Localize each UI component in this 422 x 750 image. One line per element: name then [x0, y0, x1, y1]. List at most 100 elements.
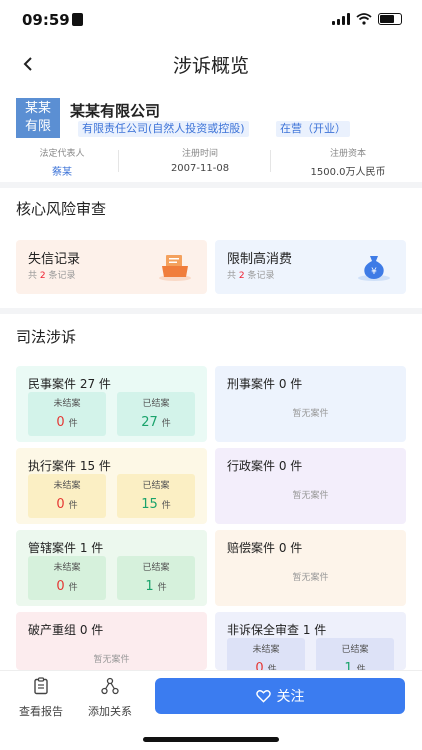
view-report-label: 查看报告 — [19, 705, 63, 718]
unfinished-count: 0 — [255, 661, 264, 670]
view-report-button[interactable]: 查看报告 — [9, 677, 73, 719]
status-bar: 09:59 — [0, 0, 422, 40]
info-divider — [270, 150, 271, 172]
lock-icon — [72, 13, 83, 26]
judicial-section-title: 司法涉诉 — [16, 328, 77, 346]
section-separator — [0, 182, 422, 188]
summary-prefix: 共 — [227, 271, 237, 281]
finished-count: 1 — [344, 661, 353, 670]
reg-date-label: 注册时间 — [181, 149, 218, 159]
case-card-title: 非诉保全审查 1 件 — [227, 623, 327, 637]
case-card-title: 管辖案件 1 件 — [28, 541, 104, 555]
logo-line-2: 有限 — [24, 119, 51, 134]
empty-text: 暂无案件 — [93, 655, 130, 665]
unit: 件 — [161, 419, 171, 429]
report-icon — [34, 677, 48, 695]
risk-section-title: 核心风险审查 — [16, 200, 107, 218]
case-card-title: 破产重组 0 件 — [28, 623, 104, 637]
finished-box: 已结案 27 件 — [117, 392, 195, 436]
reg-date: 注册时间 2007-11-08 — [150, 146, 250, 174]
case-card-title: 刑事案件 0 件 — [227, 377, 303, 391]
unit: 件 — [68, 419, 78, 429]
risk-card-summary: 共 2 条记录 — [28, 268, 76, 281]
risk-card-consumption-limit[interactable]: 限制高消费 共 2 条记录 ¥ — [215, 240, 406, 294]
company-info-row: 法定代表人 蔡某 注册时间 2007-11-08 注册资本 1500.0万人民币 — [0, 146, 422, 178]
add-relation-label: 添加关系 — [88, 705, 132, 718]
follow-label: 关注 — [276, 689, 305, 705]
case-card-title: 赔偿案件 0 件 — [227, 541, 303, 555]
unfinished-label: 未结案 — [53, 399, 81, 409]
unit: 件 — [68, 501, 78, 511]
unfinished-label: 未结案 — [53, 563, 81, 573]
legal-rep-value[interactable]: 蔡某 — [22, 163, 102, 178]
money-bag-icon: ¥ — [358, 256, 390, 281]
summary-suffix: 条记录 — [48, 271, 76, 281]
unfinished-box: 未结案 0件 — [28, 474, 106, 518]
finished-label: 已结案 — [142, 481, 170, 491]
follow-button[interactable]: 关注 — [155, 678, 405, 714]
case-card-title: 行政案件 0 件 — [227, 459, 303, 473]
unfinished-label: 未结案 — [53, 481, 81, 491]
case-card-enforcement[interactable]: 执行案件 15 件 未结案 0件 已结案 15 件 — [16, 448, 207, 524]
unit: 件 — [157, 583, 167, 593]
unfinished-count: 0 — [56, 415, 65, 430]
unfinished-box: 未结案 0件 — [28, 392, 106, 436]
reg-capital-value: 1500.0万人民币 — [310, 167, 386, 178]
empty-text: 暂无案件 — [292, 491, 329, 501]
add-relation-button[interactable]: 添加关系 — [78, 677, 142, 719]
finished-count: 15 — [141, 497, 158, 512]
info-divider — [118, 150, 119, 172]
empty-text: 暂无案件 — [292, 409, 329, 419]
document-tray-icon — [159, 255, 191, 281]
case-card-bankruptcy[interactable]: 破产重组 0 件 暂无案件 — [16, 612, 207, 670]
case-card-title: 执行案件 15 件 — [28, 459, 111, 473]
company-logo: 某某 有限 — [16, 98, 60, 138]
section-separator — [0, 308, 422, 314]
unit: 件 — [68, 583, 78, 593]
summary-count: 2 — [238, 271, 245, 281]
finished-count: 27 — [141, 415, 158, 430]
nav-bar: 涉诉概览 — [0, 44, 422, 84]
empty-text: 暂无案件 — [292, 573, 329, 583]
unfinished-box: 未结案 0件 — [28, 556, 106, 600]
home-indicator — [143, 737, 279, 742]
battery-icon — [378, 13, 402, 25]
svg-text:¥: ¥ — [371, 267, 377, 277]
summary-count: 2 — [39, 271, 46, 281]
case-card-compensation[interactable]: 赔偿案件 0 件 暂无案件 — [215, 530, 406, 606]
finished-label: 已结案 — [142, 563, 170, 573]
wifi-icon — [356, 13, 372, 25]
case-card-criminal[interactable]: 刑事案件 0 件 暂无案件 — [215, 366, 406, 442]
risk-card-summary: 共 2 条记录 — [227, 268, 275, 281]
finished-label: 已结案 — [341, 645, 369, 655]
case-card-title: 民事案件 27 件 — [28, 377, 111, 391]
case-card-jurisdiction[interactable]: 管辖案件 1 件 未结案 0件 已结案 1件 — [16, 530, 207, 606]
summary-prefix: 共 — [28, 271, 38, 281]
logo-line-1: 某某 — [24, 101, 51, 116]
risk-card-title: 失信记录 — [28, 252, 81, 267]
company-name: 某某有限公司 — [70, 102, 161, 120]
unfinished-count: 0 — [56, 497, 65, 512]
reg-date-value: 2007-11-08 — [170, 163, 230, 174]
risk-card-title: 限制高消费 — [227, 252, 293, 267]
company-type-tag: 有限责任公司(自然人投资或控股) — [78, 121, 249, 137]
case-card-preservation[interactable]: 非诉保全审查 1 件 未结案 0件 已结案 1件 — [215, 612, 406, 670]
finished-box: 已结案 1件 — [316, 638, 394, 670]
case-card-civil[interactable]: 民事案件 27 件 未结案 0件 已结案 27 件 — [16, 366, 207, 442]
finished-box: 已结案 15 件 — [117, 474, 195, 518]
heart-icon — [255, 690, 271, 703]
finished-count: 1 — [145, 579, 154, 594]
risk-card-dishonest[interactable]: 失信记录 共 2 条记录 — [16, 240, 207, 294]
unfinished-count: 0 — [56, 579, 65, 594]
reg-capital-label: 注册资本 — [329, 149, 366, 159]
case-card-administrative[interactable]: 行政案件 0 件 暂无案件 — [215, 448, 406, 524]
page-title: 涉诉概览 — [172, 55, 249, 77]
unit: 件 — [161, 501, 171, 511]
signal-icon — [332, 13, 350, 25]
finished-label: 已结案 — [142, 399, 170, 409]
company-status-tag: 在营（开业） — [276, 121, 350, 137]
reg-capital: 注册资本 1500.0万人民币 — [298, 146, 398, 178]
status-time: 09:59 — [22, 11, 70, 29]
status-icons — [332, 13, 402, 25]
relation-icon — [101, 677, 119, 695]
